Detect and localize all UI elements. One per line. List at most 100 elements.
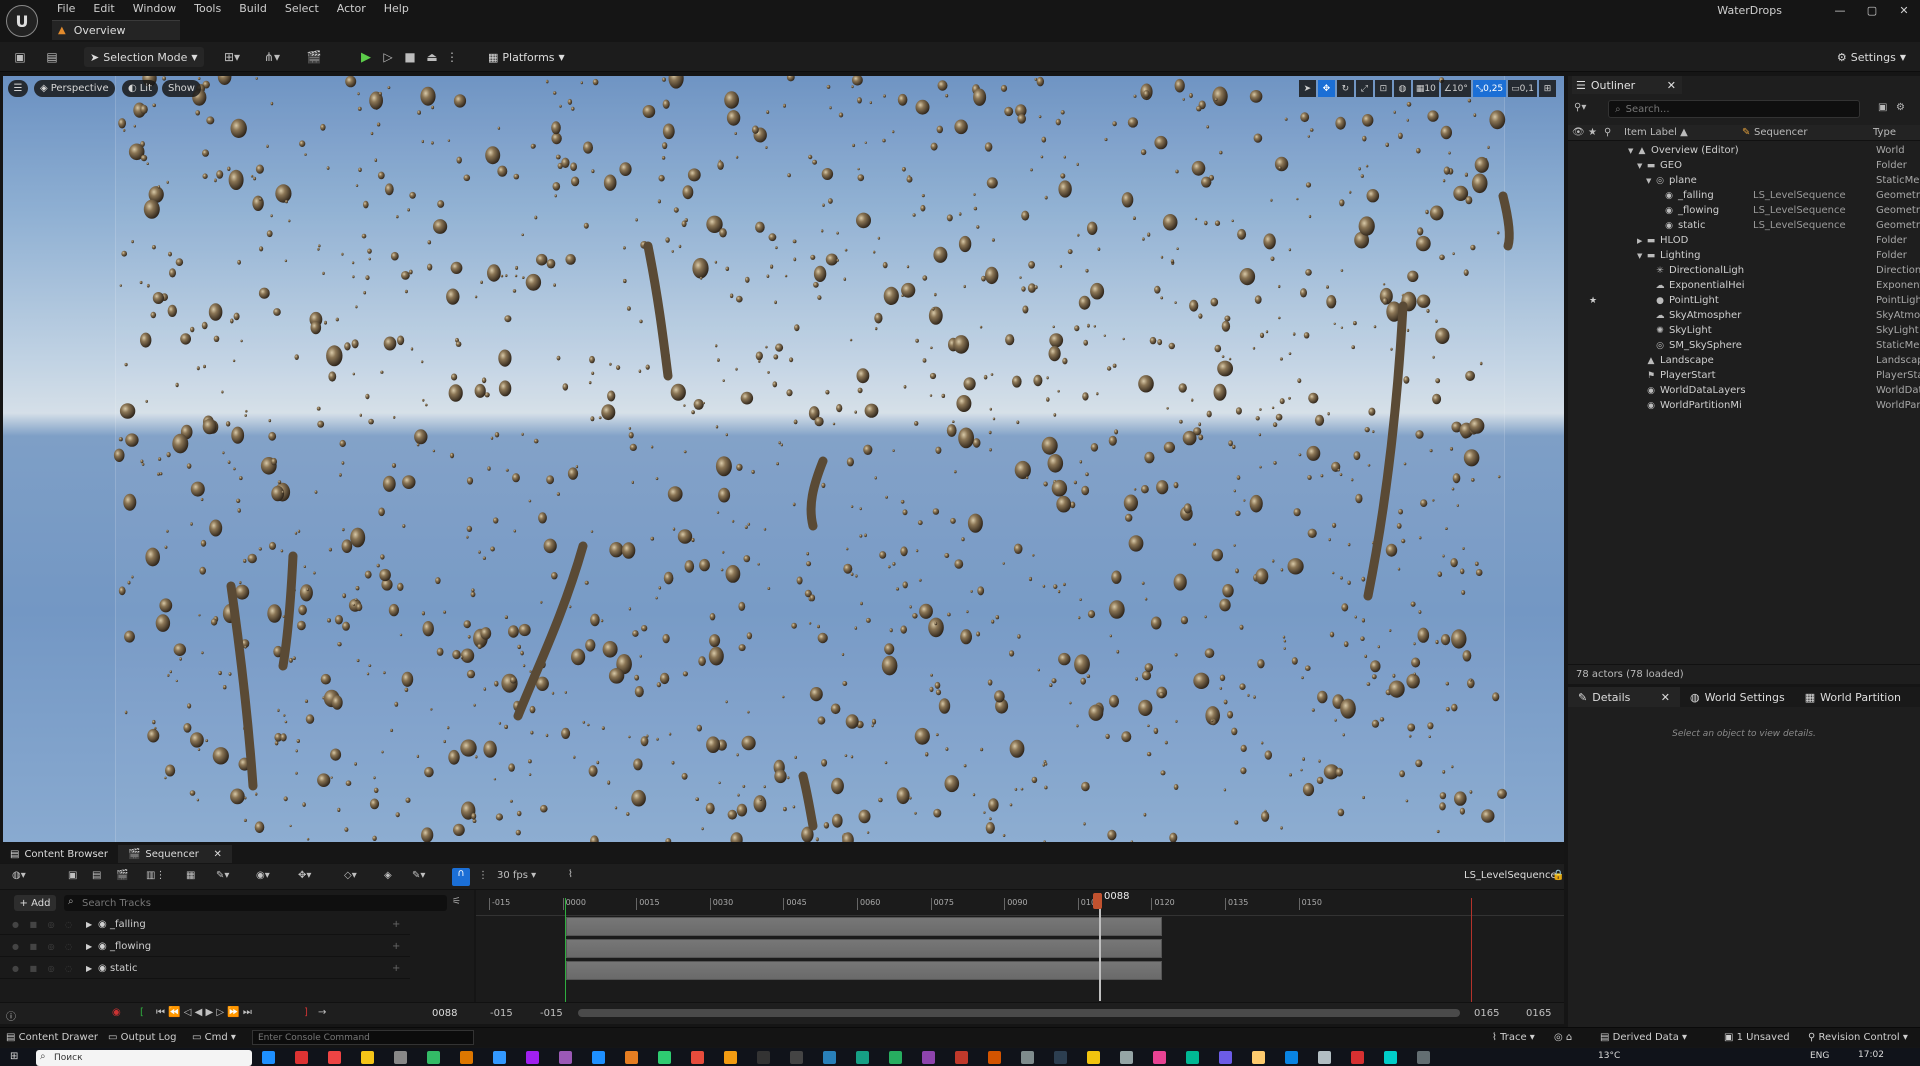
perspective-button[interactable]: ◈ Perspective	[34, 80, 115, 97]
taskbar-app-icon[interactable]	[1186, 1051, 1199, 1064]
track-controls-icon[interactable]: ● ■ ◎ ◌	[12, 964, 76, 973]
taskbar-app-icon[interactable]	[1318, 1051, 1331, 1064]
content-drawer-button[interactable]: ▤ Content Drawer	[6, 1032, 98, 1043]
show-button[interactable]: Show	[162, 80, 201, 97]
curve-editor-icon[interactable]: ⌇	[568, 869, 573, 880]
taskbar-search-input[interactable]: Поиск	[36, 1050, 252, 1066]
taskbar-app-icon[interactable]	[757, 1051, 770, 1064]
outliner-row[interactable]: ◉staticLS_LevelSequenceGeometry	[1568, 218, 1920, 233]
revision-control-button[interactable]: ⚲ Revision Control ▾	[1808, 1032, 1908, 1043]
viewport-menu-icon[interactable]: ☰	[8, 80, 28, 97]
unsaved-button[interactable]: ▣ 1 Unsaved	[1724, 1032, 1790, 1043]
outliner-search-input[interactable]: ⌕ Search...	[1608, 100, 1860, 118]
timeline-scrollbar[interactable]	[578, 1009, 1460, 1017]
outliner-row[interactable]: ☁ SkyAtmospher SkyAtmo	[1568, 308, 1920, 323]
rotation-snap-button[interactable]: ∠ 10°	[1440, 80, 1471, 97]
section-falling[interactable]	[566, 917, 1162, 936]
expand-icon[interactable]: ▶	[86, 964, 92, 973]
close-icon[interactable]: ✕	[214, 849, 222, 860]
add-folder-icon[interactable]: ▣	[1878, 102, 1887, 113]
tab-sequencer[interactable]: 🎬 Sequencer ✕	[117, 845, 232, 863]
tab-world-settings[interactable]: ◍ World Settings	[1680, 687, 1795, 707]
taskbar-app-icon[interactable]	[1351, 1051, 1364, 1064]
taskbar-app-icon[interactable]	[922, 1051, 935, 1064]
taskbar-app-icon[interactable]	[394, 1051, 407, 1064]
outliner-row[interactable]: ▶ ▬ HLOD Folder	[1568, 233, 1920, 248]
track-search-input[interactable]: Search Tracks	[64, 895, 447, 911]
scale-tool-icon[interactable]: ⤢	[1355, 80, 1373, 97]
taskbar-app-icon[interactable]	[790, 1051, 803, 1064]
lock-icon[interactable]: 🔒	[1552, 870, 1564, 881]
outliner-row[interactable]: ★ ● PointLight PointLigh	[1568, 293, 1920, 308]
expand-arrow-icon[interactable]: ▼	[1628, 147, 1637, 155]
cinematics-icon[interactable]: 🎬	[300, 49, 328, 65]
taskbar-app-icon[interactable]	[493, 1051, 506, 1064]
view-end-field[interactable]: 0165	[1526, 1008, 1551, 1019]
outliner-row[interactable]: ◉_fallingLS_LevelSequenceGeometry	[1568, 188, 1920, 203]
add-actor-icon[interactable]: ⊞▾	[218, 49, 246, 65]
taskbar-app-icon[interactable]	[1219, 1051, 1232, 1064]
sequencer-column[interactable]: Sequencer	[1754, 127, 1807, 138]
taskbar-app-icon[interactable]	[559, 1051, 572, 1064]
track-flowing[interactable]: ● ■ ◎ ◌ ▶ ◉ _flowing +	[0, 936, 410, 957]
expand-arrow-icon[interactable]: ▼	[1646, 177, 1655, 185]
language-indicator[interactable]: ENG	[1810, 1051, 1829, 1061]
menu-build[interactable]: Build	[230, 0, 276, 16]
record-icon[interactable]: ◉	[112, 1007, 121, 1018]
info-icon[interactable]: ⓘ	[6, 1008, 16, 1023]
loop-icon[interactable]: →	[318, 1007, 326, 1018]
taskbar-app-icon[interactable]	[1285, 1051, 1298, 1064]
filter-icon[interactable]: ⚲▾	[1574, 102, 1586, 113]
platforms-dropdown[interactable]: ▦ Platforms ▼	[482, 47, 571, 67]
filter-tracks-icon[interactable]: ⚟	[452, 896, 461, 907]
taskbar-app-icon[interactable]	[1021, 1051, 1034, 1064]
taskbar-app-icon[interactable]	[328, 1051, 341, 1064]
taskbar-app-icon[interactable]	[988, 1051, 1001, 1064]
status-icons[interactable]: ◎ ⌂	[1554, 1032, 1572, 1043]
close-icon[interactable]: ✕	[1667, 79, 1676, 92]
visibility-column-icon[interactable]: 👁	[1572, 127, 1585, 138]
save-icon[interactable]: ▣	[12, 49, 28, 65]
menu-tools[interactable]: Tools	[185, 0, 230, 16]
find-asset-icon[interactable]: ▤	[92, 870, 101, 881]
step-icon[interactable]: ▷	[380, 49, 396, 65]
add-track-button[interactable]: + Add	[14, 895, 56, 911]
close-icon[interactable]: ✕	[1661, 691, 1670, 704]
outliner-row[interactable]: ▼ ▲ Overview (Editor) World	[1568, 143, 1920, 158]
taskbar-app-icon[interactable]	[1153, 1051, 1166, 1064]
menu-select[interactable]: Select	[276, 0, 328, 16]
camera-speed-button[interactable]: ▭ 0,1	[1508, 80, 1537, 97]
expand-arrow-icon[interactable]: ▶	[1637, 237, 1646, 245]
world-icon[interactable]: ◍▾	[12, 870, 26, 881]
tab-world-partition[interactable]: ▦ World Partition	[1795, 687, 1911, 707]
scale-snap-button[interactable]: ⤡ 0,25	[1472, 80, 1507, 97]
windows-start-icon[interactable]: ⊞	[10, 1051, 18, 1062]
expand-arrow-icon[interactable]: ▼	[1637, 252, 1646, 260]
trace-button[interactable]: ⌇ Trace ▾	[1492, 1032, 1535, 1043]
tab-details[interactable]: ✎ Details ✕	[1568, 687, 1680, 707]
playhead-handle[interactable]	[1093, 893, 1102, 909]
taskbar-app-icon[interactable]	[1417, 1051, 1430, 1064]
play-icon[interactable]: ▶	[358, 49, 374, 65]
current-frame-field[interactable]: 0088	[432, 1008, 457, 1019]
pin-column-icon[interactable]: ⚲	[1604, 127, 1611, 138]
keyframe-icon[interactable]: ◈	[384, 870, 392, 881]
move-tool-icon[interactable]: ✥	[1317, 80, 1335, 97]
key-interp-icon[interactable]: ◇▾	[344, 870, 357, 881]
camera-cut-icon[interactable]: ▥⋮	[146, 870, 165, 881]
taskbar-app-icon[interactable]	[955, 1051, 968, 1064]
track-controls-icon[interactable]: ● ■ ◎ ◌	[12, 920, 76, 929]
surface-snap-icon[interactable]: ⊡	[1374, 80, 1392, 97]
save-sequence-icon[interactable]: ▣	[68, 870, 77, 881]
outliner-row[interactable]: ☁ ExponentialHei Exponent	[1568, 278, 1920, 293]
playback-start-field[interactable]: -015	[540, 1008, 563, 1019]
frame-rate-dropdown[interactable]: 30 fps ▾	[497, 870, 536, 881]
rotate-tool-icon[interactable]: ↻	[1336, 80, 1354, 97]
expand-icon[interactable]: ▶	[86, 942, 92, 951]
outliner-row[interactable]: ✳ DirectionalLigh Direction	[1568, 263, 1920, 278]
world-space-icon[interactable]: ◍	[1393, 80, 1411, 97]
taskbar-app-icon[interactable]	[1054, 1051, 1067, 1064]
expand-icon[interactable]: ▶	[86, 920, 92, 929]
taskbar-app-icon[interactable]	[691, 1051, 704, 1064]
blueprint-icon[interactable]: ⋔▾	[258, 49, 286, 65]
